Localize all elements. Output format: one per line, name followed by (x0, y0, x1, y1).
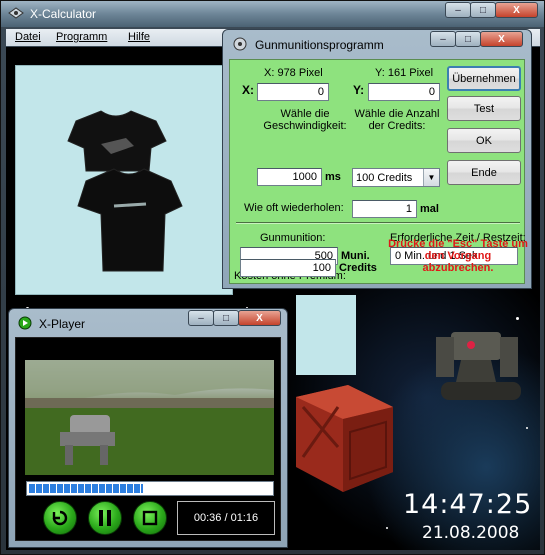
minimize-button[interactable]: – (445, 2, 471, 18)
maximize-icon: □ (464, 33, 472, 45)
clock-date: 21.08.2008 (422, 523, 520, 543)
y-pixel-label: Y: 161 Pixel (375, 67, 434, 79)
replay-button[interactable] (43, 501, 77, 535)
player-app-icon (18, 316, 32, 330)
dialog-title: Gunmunitionsprogramm (255, 38, 384, 52)
menu-datei[interactable]: Datei (15, 31, 41, 43)
video-frame[interactable] (25, 360, 274, 475)
dialog-close-button[interactable]: X (480, 31, 523, 47)
main-window-title: X-Calculator (30, 7, 97, 21)
player-maximize-button[interactable]: □ (213, 310, 239, 326)
playback-progress[interactable] (26, 481, 274, 496)
x-input[interactable]: 0 (257, 83, 329, 101)
credits-selected-value: 100 Credits (356, 172, 413, 184)
player-minimize-button[interactable]: – (188, 310, 214, 326)
ok-button[interactable]: OK (447, 128, 521, 153)
menu-hilfe[interactable]: Hilfe (128, 31, 150, 43)
pause-icon (99, 510, 111, 526)
player-body: 00:36 / 01:16 (15, 337, 281, 541)
tshirt-image (67, 110, 183, 272)
separator (236, 222, 520, 224)
robot-image (436, 332, 521, 400)
tshirt-preview-panel (15, 65, 233, 295)
esc-hint: Drücke die "Esc" Taste um den Vorgang ab… (388, 238, 528, 274)
close-icon: X (256, 312, 263, 324)
stop-icon (142, 510, 158, 526)
gunmunition-unit: Muni. (341, 250, 370, 262)
close-icon: X (498, 33, 505, 45)
minimize-icon: – (198, 312, 204, 324)
dialog-caption-buttons: – □ X (430, 31, 523, 47)
repeat-input[interactable]: 1 (352, 200, 417, 218)
x-prefix: X: (242, 83, 254, 97)
x-player-window: X-Player – □ X 00:36 / 01:16 (8, 308, 288, 548)
x-pixel-label: X: 978 Pixel (264, 67, 323, 79)
player-close-button[interactable]: X (238, 310, 281, 326)
y-prefix: Y: (353, 83, 365, 97)
dialog-app-icon (233, 37, 247, 51)
credits-select[interactable]: 100 Credits ▼ (352, 168, 440, 187)
replay-icon (52, 510, 68, 526)
player-caption-buttons: – □ X (188, 310, 281, 326)
maximize-icon: □ (479, 4, 487, 16)
main-caption-buttons: – □ X (445, 2, 538, 18)
repeat-unit: mal (420, 203, 439, 215)
clock-time: 14:47:25 (403, 489, 533, 520)
y-input[interactable]: 0 (368, 83, 440, 101)
apply-button[interactable]: Übernehmen (447, 66, 521, 91)
close-button[interactable]: X (495, 2, 538, 18)
speed-label: Wähle die Geschwindigkeit: (263, 108, 347, 132)
test-button[interactable]: Test (447, 96, 521, 121)
maximize-icon: □ (222, 312, 230, 324)
gunmunition-label: Gunmunition: (260, 232, 326, 244)
bubble-connector (296, 295, 356, 375)
cost-unit: Credits (339, 262, 377, 274)
stop-button[interactable] (133, 501, 167, 535)
video-content (25, 360, 274, 475)
progress-fill (29, 484, 143, 493)
app-icon (8, 7, 24, 19)
dialog-title-bar[interactable]: Gunmunitionsprogramm – □ X (223, 30, 531, 58)
maximize-button[interactable]: □ (470, 2, 496, 18)
cost-field: 100 (240, 259, 336, 277)
speed-unit: ms (325, 171, 341, 183)
pause-button[interactable] (88, 501, 122, 535)
credits-label: Wähle die Anzahl der Credits: (354, 108, 440, 132)
main-title-bar[interactable]: X-Calculator – □ X (1, 1, 544, 27)
minimize-icon: – (440, 33, 446, 45)
dialog-maximize-button[interactable]: □ (455, 31, 481, 47)
menu-programm[interactable]: Programm (56, 31, 107, 43)
crate-image (296, 385, 393, 492)
chevron-down-icon: ▼ (423, 169, 439, 186)
minimize-icon: – (455, 4, 461, 16)
end-button[interactable]: Ende (447, 160, 521, 185)
dialog-minimize-button[interactable]: – (430, 31, 456, 47)
player-title: X-Player (39, 317, 86, 331)
time-display: 00:36 / 01:16 (177, 501, 275, 535)
close-icon: X (513, 4, 520, 16)
speed-input[interactable]: 1000 (257, 168, 322, 186)
repeat-label: Wie oft wiederholen: (244, 202, 344, 214)
